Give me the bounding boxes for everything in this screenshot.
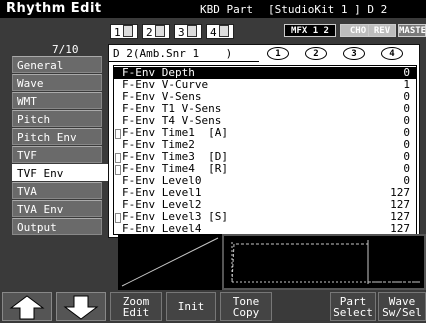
velocity-curve-svg [121,237,219,287]
envelope-point-icon [115,165,121,175]
tab-wave[interactable]: Wave [12,74,102,91]
wave-2-switch[interactable]: 2 [305,47,327,60]
envelope-point-icon [115,153,121,163]
cursor-down-button[interactable] [56,292,106,321]
cursor-up-button[interactable] [2,292,52,321]
wave-4-switch[interactable]: 4 [381,47,403,60]
tone-select[interactable]: D 2(Amb.Snr 1 ) [109,45,259,62]
kbd-part-label: KBD Part [200,3,253,16]
tab-tvf[interactable]: TVF [12,146,102,163]
parameter-panel: D 2(Amb.Snr 1 ) 1 2 3 4 F-Env Depth 0 F-… [108,44,420,238]
screen-title: Rhythm Edit [6,1,102,16]
part-select-button[interactable]: Part Select [330,292,376,321]
init-button[interactable]: Init [166,292,216,321]
envelope-svg [231,240,420,284]
part-4-checkbox[interactable]: 4 [206,24,234,39]
zoom-edit-button[interactable]: Zoom Edit [110,292,162,321]
arrow-up-icon [9,295,45,320]
tone-copy-button[interactable]: Tone Copy [220,292,272,321]
wave-1-switch[interactable]: 1 [267,47,289,60]
kit-name: [StudioKit 1 ] D 2 [268,3,388,16]
parameter-list: F-Env Depth 0 F-Env V-Curve 1 F-Env V-Se… [113,65,417,235]
velocity-curve-graphic [118,234,222,290]
page-indicator: 7/10 [52,43,79,56]
wave-3-switch[interactable]: 3 [343,47,365,60]
tab-output[interactable]: Output [12,218,102,235]
arrow-down-icon [63,295,99,320]
part-3-checkbox[interactable]: 3 [174,24,202,39]
reverb-indicator[interactable]: REV [368,24,396,37]
tab-pitch[interactable]: Pitch [12,110,102,127]
tab-wmt[interactable]: WMT [12,92,102,109]
tab-tva-env[interactable]: TVA Env [12,200,102,217]
envelope-curve [231,243,420,283]
tab-tvf-env[interactable]: TVF Env [12,164,112,181]
part-1-checkbox[interactable]: 1 [110,24,138,39]
part-2-checkbox[interactable]: 2 [142,24,170,39]
tab-pitch-env[interactable]: Pitch Env [12,128,102,145]
tab-general[interactable]: General [12,56,102,73]
tab-tva[interactable]: TVA [12,182,102,199]
title-bar: Rhythm Edit KBD Part [StudioKit 1 ] D 2 [0,0,426,18]
velocity-curve-line [121,237,219,287]
wave-sw-sel-button[interactable]: Wave Sw/Sel [378,292,426,321]
master-indicator[interactable]: MASTER [398,24,426,37]
mfx-indicator[interactable]: MFX 1 2 [284,24,336,37]
envelope-graph [222,234,426,290]
envelope-point-icon [115,213,121,223]
envelope-point-icon [115,129,121,139]
